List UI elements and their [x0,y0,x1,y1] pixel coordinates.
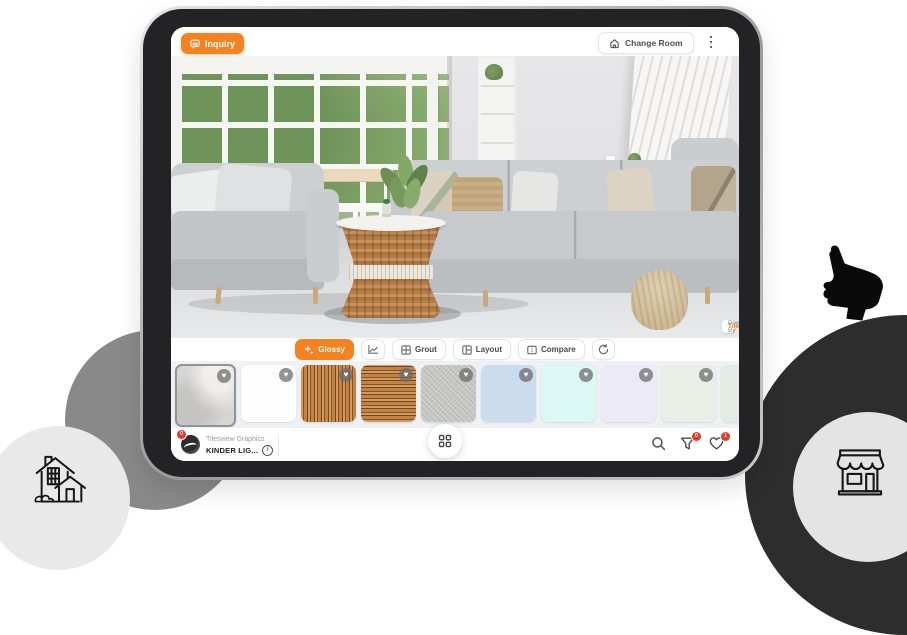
bottom-bar: 0 Tilesview Graphics KINDER LIG... i [171,427,739,461]
grout-label: Grout [415,345,437,354]
powered-by-brand: Tilesview.ai [728,323,739,330]
tile-swatch-wood-stripe-vertical-tile[interactable]: ♥ [301,365,356,422]
tile-swatch-white-tile[interactable]: ♥ [241,365,296,422]
wishlist-badge: 1 [721,432,730,441]
search-button[interactable] [651,436,667,452]
page: Inquiry Change Room [0,0,907,525]
tile-swatch-light-blue-tile[interactable]: ♥ [481,365,536,422]
layout-button[interactable]: Layout [453,339,511,360]
layout-icon [462,345,472,355]
inquiry-label: Inquiry [205,39,235,49]
scene-candle [382,203,391,217]
tile-swatch-pale-sage-tile[interactable]: ♥ [661,365,716,422]
cart-badge: 0 [177,430,186,439]
glossy-label: Glossy [318,345,345,354]
info-icon[interactable]: i [262,445,273,456]
brand-name: Tilesview Graphics [206,436,264,443]
favorite-heart-icon[interactable]: ♥ [279,368,293,382]
tile-swatch-pale-green-tile[interactable]: ♥ [721,365,739,422]
selected-tile-name: KINDER LIG... [206,446,258,455]
bottom-bar-icons: 0 1 [651,436,725,452]
scene-shelf-plant [485,64,503,80]
inquiry-button[interactable]: Inquiry [181,33,244,54]
app-screen: Inquiry Change Room [171,27,739,461]
more-menu-icon[interactable] [705,34,717,50]
tablet-device: Inquiry Change Room [140,6,763,480]
grout-button[interactable]: Grout [392,339,446,360]
scene-sofa-leg [705,287,710,304]
refresh-icon [598,344,609,355]
tablet-bezel: Inquiry Change Room [143,9,760,477]
search-icon [651,436,666,451]
app-header: Inquiry Change Room [171,27,739,56]
favorite-heart-icon[interactable]: ♥ [699,368,713,382]
favorite-heart-icon[interactable]: ♥ [217,369,231,383]
selected-tile-row: KINDER LIG... i [206,445,273,456]
glossy-button[interactable]: Glossy [295,339,354,360]
change-room-label: Change Room [625,38,683,48]
wishlist-button[interactable]: 1 [709,436,725,452]
filter-badge: 0 [692,432,701,441]
sparkle-icon [304,345,314,355]
storefront-icon [828,438,892,500]
tile-swatch-pale-cyan-tile[interactable]: ♥ [541,365,596,422]
tile-swatch-row: ♥ ♥ ♥ ♥ ♥ ♥ ♥ ♥ ♥ ♥ [175,365,739,423]
scene-left-sofa-arm [307,189,338,282]
viewer-toolbar: Glossy Grout [171,338,739,361]
tile-swatch-pale-lavender-tile[interactable]: ♥ [601,365,656,422]
compare-icon [527,345,537,355]
filter-button[interactable]: 0 [680,436,696,452]
powered-by-watermark: Powered By Tilesview.ai [722,320,734,333]
catalog-fab-button[interactable] [428,424,462,458]
tile-tray: ♥ ♥ ♥ ♥ ♥ ♥ ♥ ♥ ♥ ♥ [171,361,739,427]
favorite-heart-icon[interactable]: ♥ [339,368,353,382]
compare-button[interactable]: Compare [518,339,585,360]
divider [278,434,279,456]
scene-plant [384,155,429,211]
scene-sofa-leg [313,287,318,304]
tile-swatch-wood-stripe-horizontal-tile[interactable]: ♥ [361,365,416,422]
compare-label: Compare [541,345,576,354]
thumbs-up-icon [806,222,890,340]
scene-right-sofa-base [421,259,739,293]
favorite-heart-icon[interactable]: ♥ [639,368,653,382]
change-room-button[interactable]: Change Room [598,32,694,54]
scene-wicker-table [336,217,447,319]
layout-label: Layout [476,345,502,354]
favorite-heart-icon[interactable]: ♥ [519,368,533,382]
favorite-heart-icon[interactable]: ♥ [579,368,593,382]
size-chart-button[interactable] [361,339,385,360]
house-icon [28,446,90,510]
scene-sofa-leg [483,290,488,307]
favorite-heart-icon[interactable]: ♥ [399,368,413,382]
tile-swatch-grey-marble-tile[interactable]: ♥ [175,364,236,427]
tile-swatch-grey-speckle-tile[interactable]: ♥ [421,365,476,422]
size-chart-icon [367,344,379,355]
home-icon [609,38,620,49]
grout-grid-icon [401,345,411,355]
scene-pouf [631,270,688,329]
room-photo: Powered By Tilesview.ai [171,56,739,338]
grid-apps-icon [438,434,452,448]
chat-icon [190,39,200,49]
reset-button[interactable] [592,339,615,360]
favorite-heart-icon[interactable]: ♥ [459,368,473,382]
scene-left-sofa-base [171,259,324,290]
